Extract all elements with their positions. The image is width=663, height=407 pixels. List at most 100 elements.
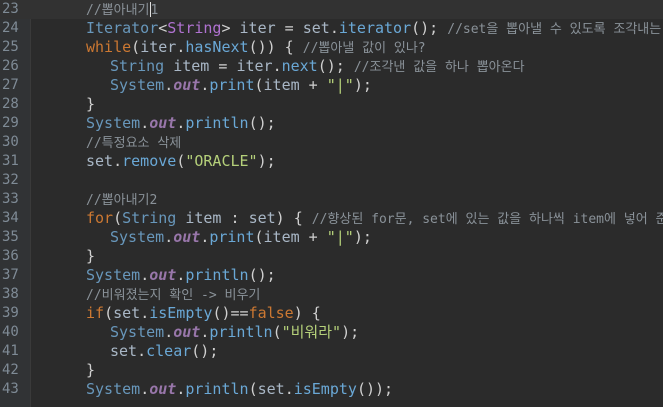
code-token: + xyxy=(299,228,327,246)
code-token: . xyxy=(329,19,339,37)
code-token: : xyxy=(221,209,249,227)
code-line[interactable]: 42} xyxy=(0,361,663,380)
line-number: 34 xyxy=(2,210,19,226)
code-token: System xyxy=(86,266,141,284)
line-number: 40 xyxy=(2,324,19,340)
code-token: iter xyxy=(239,19,276,37)
code-line[interactable]: 36} xyxy=(0,247,663,266)
code-token: . xyxy=(164,228,174,246)
code-token: println xyxy=(185,380,249,398)
line-content: } xyxy=(40,247,95,266)
code-token: System xyxy=(110,76,165,94)
code-line[interactable]: 25 while(iter.hasNext()) { //뽑아낼 값이 있나? xyxy=(0,38,663,57)
line-number: 38 xyxy=(2,286,19,302)
code-token: ( xyxy=(254,228,264,246)
code-line[interactable]: 37 System.out.println(); xyxy=(0,266,663,285)
line-number: 27 xyxy=(2,77,19,93)
code-line[interactable]: 39 if(set.isEmpty()==false) { xyxy=(0,304,663,323)
code-token: set xyxy=(257,380,285,398)
code-token: print xyxy=(209,76,255,94)
code-line[interactable]: 31 set.remove("ORACLE"); xyxy=(0,152,663,171)
code-line[interactable]: 23 //뽑아내기1 xyxy=(0,0,663,19)
code-editor[interactable]: 23//뽑아내기1 24 Iterator<String> iter = set.i… xyxy=(0,0,663,407)
code-token: for xyxy=(86,209,114,227)
code-token: + xyxy=(299,76,327,94)
code-token: . xyxy=(176,380,186,398)
code-token: isEmpty xyxy=(293,380,357,398)
code-token: String xyxy=(122,209,177,227)
code-token: ) { xyxy=(293,304,321,322)
line-content: set.clear(); xyxy=(40,342,218,361)
code-token: ()); xyxy=(356,380,394,398)
code-token: (); xyxy=(248,114,276,132)
code-token: //set을 뽑아낼 수 있도록 조각내는 작업 xyxy=(447,22,662,37)
code-line[interactable]: 29 System.out.println(); xyxy=(0,114,663,133)
code-line[interactable]: 38 //비워졌는지 확인 -> 비우기 xyxy=(0,285,663,304)
code-line[interactable]: 30 //특정요소 삭제 xyxy=(0,133,663,152)
line-content: if(set.isEmpty()==false) { xyxy=(40,304,321,323)
code-line[interactable]: 40 System.out.println("비워라"); xyxy=(0,323,663,342)
code-line[interactable]: 24 Iterator<String> iter = set.iterator()… xyxy=(0,19,663,38)
code-token: } xyxy=(86,247,96,265)
code-token: . xyxy=(140,266,150,284)
code-line[interactable]: 41 set.clear(); xyxy=(0,342,663,361)
code-token: //뽑아낼 값이 있나? xyxy=(302,41,426,56)
code-token: ( xyxy=(254,76,264,94)
code-line[interactable]: 26 String item = iter.next(); //조각낸 값을 하나… xyxy=(0,57,663,76)
code-token: String xyxy=(110,57,165,75)
line-number: 29 xyxy=(2,115,19,131)
code-token: ( xyxy=(113,209,123,227)
code-line[interactable]: 32 xyxy=(0,171,663,190)
code-token: "ORACLE" xyxy=(185,152,258,170)
code-token: . xyxy=(113,152,123,170)
code-token: ); xyxy=(341,323,360,341)
line-content: //특정요소 삭제 xyxy=(40,133,181,153)
code-token: (); xyxy=(317,57,354,75)
code-token: //뽑아내기 xyxy=(86,3,150,18)
code-token: Iterator xyxy=(86,19,159,37)
line-content: System.out.print(item + "|"); xyxy=(40,76,372,95)
code-token: "|" xyxy=(326,76,354,94)
line-content: System.out.println(set.isEmpty()); xyxy=(40,380,393,399)
line-number: 42 xyxy=(2,362,19,378)
code-line[interactable]: 33 //뽑아내기2 xyxy=(0,190,663,209)
line-content: //비워졌는지 확인 -> 비우기 xyxy=(40,285,260,305)
code-line[interactable]: 28} xyxy=(0,95,663,114)
line-number: 37 xyxy=(2,267,19,283)
code-token: . xyxy=(140,380,150,398)
code-token: (); xyxy=(248,266,276,284)
code-token: ); xyxy=(257,152,276,170)
line-number: 41 xyxy=(2,343,19,359)
code-token: if xyxy=(86,304,105,322)
code-token: next xyxy=(281,57,318,75)
code-token: item xyxy=(263,228,300,246)
code-token: (); xyxy=(191,342,219,360)
code-area[interactable]: 23//뽑아내기1 24 Iterator<String> iter = set.i… xyxy=(0,0,663,399)
line-number: 33 xyxy=(2,191,19,207)
code-token: String xyxy=(167,19,222,37)
code-token: remove xyxy=(122,152,177,170)
code-token: false xyxy=(248,304,294,322)
line-number: 28 xyxy=(2,96,19,112)
code-token: . xyxy=(140,114,150,132)
code-token: "|" xyxy=(326,228,354,246)
code-line[interactable]: 27 System.out.print(item + "|"); xyxy=(0,76,663,95)
code-token: ); xyxy=(353,228,372,246)
code-token: clear xyxy=(146,342,192,360)
code-token: isEmpty xyxy=(149,304,213,322)
code-line[interactable]: 34 for(String item : set) { //향상된 for문, s… xyxy=(0,209,663,228)
code-token: . xyxy=(164,323,174,341)
code-line[interactable]: 43 System.out.println(set.isEmpty()); xyxy=(0,380,663,399)
line-content: set.remove("ORACLE"); xyxy=(40,152,276,171)
code-token: out xyxy=(173,76,201,94)
code-token: out xyxy=(149,114,177,132)
line-content: System.out.println(); xyxy=(40,266,276,285)
line-number: 25 xyxy=(2,39,19,55)
line-number: 43 xyxy=(2,381,19,397)
line-content: System.out.println(); xyxy=(40,114,276,133)
code-token: iter xyxy=(236,57,273,75)
code-token: //특정요소 삭제 xyxy=(86,136,182,151)
code-line[interactable]: 35 System.out.print(item + "|"); xyxy=(0,228,663,247)
code-token: println xyxy=(185,114,249,132)
